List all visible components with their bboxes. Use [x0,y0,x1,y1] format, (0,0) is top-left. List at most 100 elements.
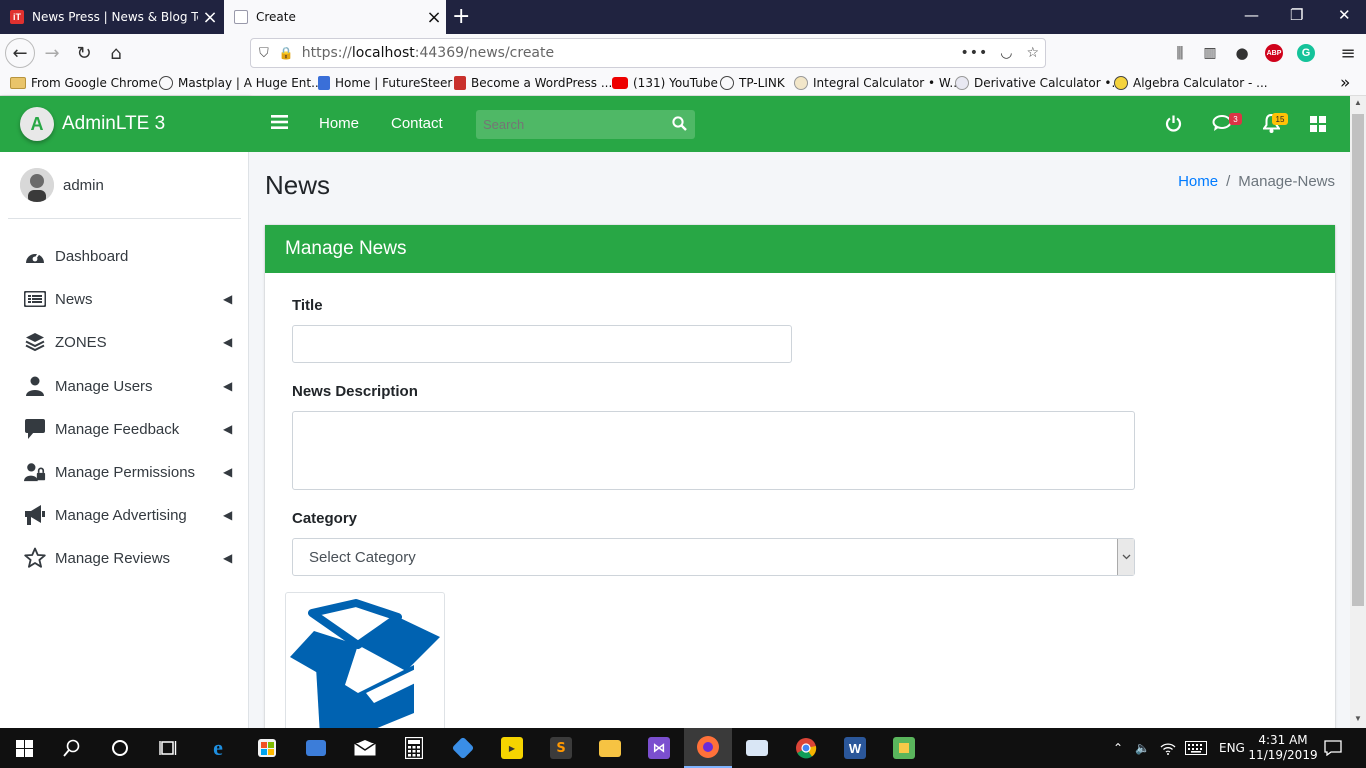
volume-icon[interactable]: 🔈 [1135,728,1150,768]
search-input[interactable] [476,110,666,139]
minimize-button[interactable]: — [1244,6,1259,24]
chevron-down-icon[interactable] [1117,539,1134,575]
search-icon[interactable] [672,116,687,136]
sidebar-item-dashboard[interactable]: Dashboard [20,236,235,276]
close-window-button[interactable]: ✕ [1338,6,1351,24]
sublime-text-icon[interactable]: S [537,728,585,768]
adblock-icon[interactable]: ABP [1260,40,1288,66]
new-tab-button[interactable]: + [452,4,470,29]
bookmark-item[interactable]: Mastplay | A Huge Ent... [159,76,323,90]
sidebar-item-zones[interactable]: ZONES ◀ [20,322,235,362]
card-title: Manage News [265,225,1335,273]
app-icon[interactable] [880,728,928,768]
close-tab-icon[interactable]: × [422,7,446,28]
store-icon[interactable] [243,728,291,768]
control-sidebar-grid-icon[interactable] [1310,116,1326,137]
browser-tab-bar: iT News Press | News & Blog Tem × Create… [0,0,1366,34]
scroll-up-icon[interactable]: ▲ [1354,98,1362,107]
breadcrumb-home-link[interactable]: Home [1178,173,1218,190]
sidebar-item-news[interactable]: News ◀ [20,279,235,319]
nav-link-home[interactable]: Home [319,115,359,132]
shield-icon[interactable]: ⛉ [259,46,269,61]
newspress-favicon-icon: iT [10,10,24,24]
windows-taskbar: e ▶ S ⋈ W ⌃ 🔈 ENG 4:31 AM 11/19/2019 [0,728,1366,768]
sidebar-toggle-icon[interactable]: ▥ [1196,40,1224,66]
keyboard-icon[interactable] [1185,728,1207,768]
media-player-icon[interactable]: ▶ [488,728,536,768]
reload-icon[interactable]: ↻ [70,40,98,66]
network-computer-icon[interactable] [292,728,340,768]
remote-desktop-icon[interactable] [733,728,781,768]
wifi-icon[interactable] [1160,728,1176,768]
folder-icon [10,77,26,89]
show-hidden-icons-chevron-icon[interactable]: ⌃ [1113,728,1123,768]
calculator-icon[interactable] [390,728,438,768]
browser-tab-newspress[interactable]: iT News Press | News & Blog Tem × [0,0,222,34]
windows-start-icon[interactable] [0,728,48,768]
more-bookmarks-icon[interactable]: » [1340,73,1350,93]
close-tab-icon[interactable]: × [198,7,222,28]
firefox-icon[interactable] [684,728,732,768]
news-description-textarea[interactable] [292,411,1135,490]
image-preview-thumbnail[interactable] [285,592,445,735]
bookmark-item[interactable]: Algebra Calculator - ... [1114,76,1268,90]
scrollbar-thumb[interactable] [1352,114,1364,606]
browser-tab-create[interactable]: Create × [224,0,446,34]
search-icon[interactable] [48,728,96,768]
bookmark-item[interactable]: Home | FutureSteer [318,76,452,90]
task-view-icon[interactable] [144,728,192,768]
pocket-icon[interactable]: ◡ [1000,45,1012,61]
user-panel[interactable]: admin [8,152,241,219]
nav-link-contact[interactable]: Contact [391,115,443,132]
page-actions-menu-icon[interactable]: ••• [960,45,988,61]
edge-browser-icon[interactable]: e [194,728,242,768]
action-center-icon[interactable] [1324,728,1342,768]
title-input[interactable] [292,325,792,363]
bookmark-item[interactable]: TP-LINK [720,76,785,90]
back-arrow-icon[interactable]: ← [5,38,35,68]
bookmark-folder[interactable]: From Google Chrome [10,76,158,90]
page-scrollbar[interactable]: ▲ ▼ [1350,96,1366,728]
bookmark-item[interactable]: (131) YouTube [612,76,718,90]
chrome-icon[interactable] [782,728,830,768]
clock[interactable]: 4:31 AM 11/19/2019 [1248,728,1317,768]
restore-button[interactable]: ❐ [1290,6,1303,24]
sidebar-item-label: Manage Users [55,377,153,395]
forward-arrow-icon[interactable]: → [38,40,66,66]
bookmark-item[interactable]: Integral Calculator • W... [794,76,961,90]
lock-icon[interactable]: 🔒 [279,46,294,60]
file-explorer-icon[interactable] [586,728,634,768]
bookmark-label: Mastplay | A Huge Ent... [178,76,323,90]
mail-icon[interactable] [341,728,389,768]
bookmark-item[interactable]: Become a WordPress ... [454,76,612,90]
sidebar-item-manage-permissions[interactable]: Manage Permissions ◀ [20,452,235,492]
visual-studio-icon[interactable]: ⋈ [635,728,683,768]
address-bar[interactable]: ⛉ 🔒 https://localhost:44369/news/create … [250,38,1046,68]
account-icon[interactable]: ● [1228,40,1256,66]
sidebar-item-manage-reviews[interactable]: Manage Reviews ◀ [20,538,235,578]
scroll-down-icon[interactable]: ▼ [1354,714,1362,723]
bookmark-label: (131) YouTube [633,76,718,90]
news-description-label: News Description [292,383,418,400]
library-icon[interactable]: ⫼ [1166,40,1194,66]
sidebar-toggle-hamburger-icon[interactable] [271,114,288,130]
bookmark-star-icon[interactable]: ☆ [1026,45,1039,61]
virtualbox-icon[interactable] [439,728,487,768]
power-icon[interactable] [1165,115,1182,137]
brand-link[interactable]: A AdminLTE 3 [0,96,249,152]
grammarly-icon[interactable]: G [1292,40,1320,66]
sidebar-item-manage-advertising[interactable]: Manage Advertising ◀ [20,495,235,535]
word-icon[interactable]: W [831,728,879,768]
sidebar-item-manage-feedback[interactable]: Manage Feedback ◀ [20,409,235,449]
cortana-icon[interactable] [96,728,144,768]
notifications-badge: 15 [1272,113,1288,125]
category-selected-value: Select Category [309,548,416,566]
hamburger-menu-icon[interactable]: ≡ [1334,40,1362,66]
language-indicator[interactable]: ENG [1219,728,1245,768]
user-icon [24,375,46,397]
sidebar-item-label: Dashboard [55,247,129,265]
home-icon[interactable]: ⌂ [102,40,130,66]
category-select[interactable]: Select Category [292,538,1135,576]
bookmark-item[interactable]: Derivative Calculator •... [955,76,1123,90]
sidebar-item-manage-users[interactable]: Manage Users ◀ [20,366,235,406]
